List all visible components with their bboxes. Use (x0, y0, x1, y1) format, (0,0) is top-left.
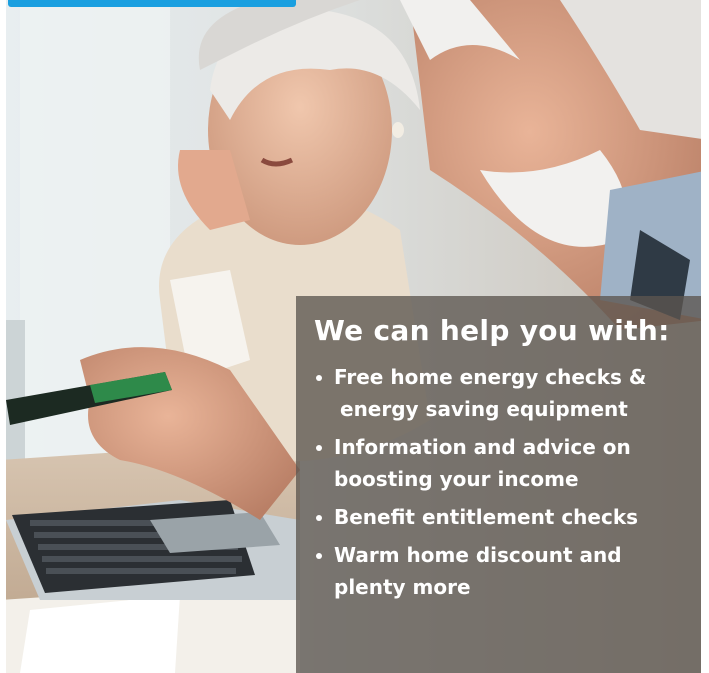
help-panel: We can help you with: Free home energy c… (296, 296, 701, 673)
list-item-line: Information and advice on (334, 435, 631, 459)
accent-bar (8, 0, 296, 7)
bullet-dot-icon (316, 515, 322, 521)
right-border (701, 0, 709, 673)
help-list: Free home energy checks & energy saving … (296, 361, 701, 603)
list-item: Warm home discount and plenty more (316, 539, 701, 603)
list-item-line: boosting your income (334, 467, 579, 491)
list-item-line: Warm home discount and (334, 543, 622, 567)
list-item-line: plenty more (334, 575, 471, 599)
promo-banner: We can help you with: Free home energy c… (0, 0, 709, 673)
panel-title: We can help you with: (314, 314, 670, 347)
list-item: Information and advice on boosting your … (316, 431, 701, 495)
bullet-dot-icon (316, 375, 322, 381)
list-item-line: Benefit entitlement checks (334, 505, 639, 529)
list-item: Free home energy checks & energy saving … (316, 361, 701, 425)
list-item: Benefit entitlement checks (316, 501, 701, 533)
list-item-line: Free home energy checks & (334, 365, 647, 389)
bullet-dot-icon (316, 445, 322, 451)
left-border (0, 0, 6, 673)
bullet-dot-icon (316, 553, 322, 559)
list-item-line: energy saving equipment (340, 397, 628, 421)
